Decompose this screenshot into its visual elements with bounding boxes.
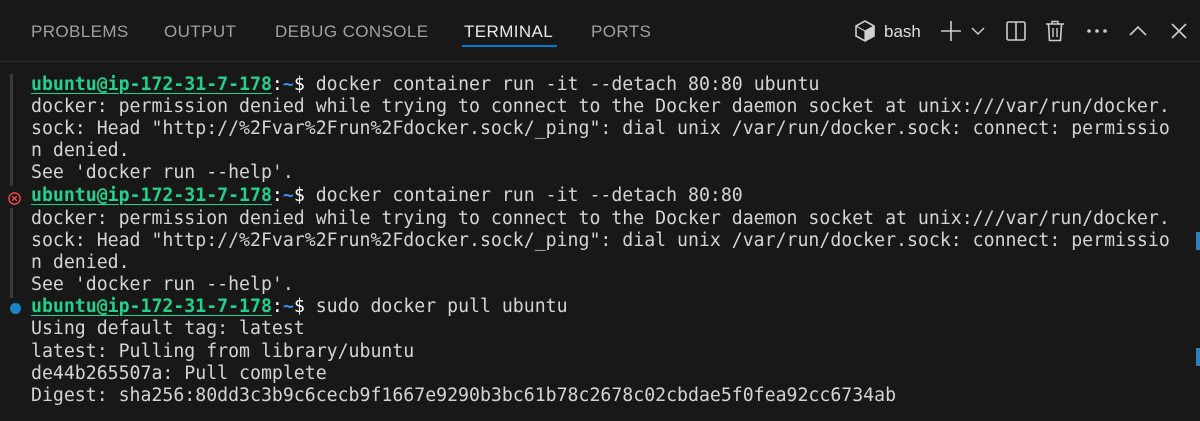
prompt-symbol: $ bbox=[293, 296, 305, 317]
panel-tab-bar: PROBLEMS OUTPUT DEBUG CONSOLE TERMINAL P… bbox=[0, 0, 1200, 62]
prompt-symbol: $ bbox=[293, 185, 305, 206]
prompt-user-host: ubuntu@ip-172-31-7-178 bbox=[31, 296, 272, 317]
terminal-command: sudo docker pull ubuntu bbox=[304, 296, 568, 317]
command-error-decoration-icon[interactable] bbox=[8, 192, 21, 205]
prompt-separator: : bbox=[271, 185, 283, 206]
scrollbar-marker bbox=[1196, 232, 1200, 250]
tab-problems[interactable]: PROBLEMS bbox=[31, 20, 129, 44]
terminal-panel: PROBLEMS OUTPUT DEBUG CONSOLE TERMINAL P… bbox=[0, 0, 1200, 421]
terminal-output-line: See 'docker run --help'. bbox=[31, 274, 294, 295]
terminal-command: docker container run -it --detach 80:80 bbox=[304, 185, 743, 206]
command-running-decoration-icon[interactable] bbox=[10, 303, 21, 314]
tab-debug-console[interactable]: DEBUG CONSOLE bbox=[275, 20, 429, 44]
prompt-path: ~ bbox=[282, 74, 294, 95]
tab-ports[interactable]: PORTS bbox=[591, 20, 651, 44]
terminal-output-line: latest: Pulling from library/ubuntu bbox=[31, 341, 415, 362]
terminal-output-line: Digest: sha256:80dd3c3b9c6cecb9f1667e929… bbox=[31, 385, 897, 406]
prompt-path: ~ bbox=[282, 185, 294, 206]
terminal-output-line: docker: permission denied while trying t… bbox=[31, 96, 1170, 117]
close-icon[interactable] bbox=[1168, 17, 1190, 45]
terminal-shell-label[interactable]: bash bbox=[884, 20, 921, 44]
command-gutter-bar bbox=[10, 74, 13, 186]
terminal-output-line: n denied. bbox=[31, 252, 130, 273]
terminal-line: ubuntu@ip-172-31-7-178:~$ docker contain… bbox=[31, 185, 743, 207]
terminal-command: docker container run -it --detach 80:80 … bbox=[304, 74, 820, 95]
tab-output[interactable]: OUTPUT bbox=[164, 20, 236, 44]
terminal-output-line: de44b265507a: Pull complete bbox=[31, 363, 327, 384]
prompt-user-host: ubuntu@ip-172-31-7-178 bbox=[31, 185, 272, 206]
prompt-separator: : bbox=[271, 74, 283, 95]
terminal-output-line: Using default tag: latest bbox=[31, 318, 305, 339]
more-actions-icon[interactable] bbox=[1085, 17, 1109, 45]
terminal-profile-icon[interactable] bbox=[852, 17, 878, 45]
terminal-output-line: sock: Head "http://%2Fvar%2Frun%2Fdocker… bbox=[31, 230, 1170, 251]
scrollbar-marker bbox=[1196, 348, 1200, 366]
trash-icon[interactable] bbox=[1043, 17, 1067, 45]
maximize-chevron-up-icon[interactable] bbox=[1127, 17, 1149, 45]
prompt-path: ~ bbox=[282, 296, 294, 317]
split-terminal-icon[interactable] bbox=[1004, 17, 1028, 45]
terminal-output-area[interactable]: ubuntu@ip-172-31-7-178:~$ docker contain… bbox=[0, 62, 1200, 421]
terminal-output-line: n denied. bbox=[31, 140, 130, 161]
new-terminal-plus-icon[interactable] bbox=[939, 17, 963, 45]
chevron-down-icon[interactable] bbox=[969, 17, 987, 45]
terminal-output-line: See 'docker run --help'. bbox=[31, 162, 294, 183]
command-gutter-bar bbox=[10, 208, 13, 298]
prompt-separator: : bbox=[271, 296, 283, 317]
prompt-symbol: $ bbox=[293, 74, 305, 95]
terminal-line: ubuntu@ip-172-31-7-178:~$ docker contain… bbox=[31, 74, 819, 96]
terminal-output-line: docker: permission denied while trying t… bbox=[31, 208, 1170, 229]
active-tab-indicator bbox=[462, 45, 557, 47]
terminal-scrollbar[interactable] bbox=[1194, 62, 1200, 421]
terminal-line: ubuntu@ip-172-31-7-178:~$ sudo docker pu… bbox=[31, 296, 568, 318]
prompt-user-host: ubuntu@ip-172-31-7-178 bbox=[31, 74, 272, 95]
tab-terminal[interactable]: TERMINAL bbox=[464, 20, 553, 44]
terminal-output-line: sock: Head "http://%2Fvar%2Frun%2Fdocker… bbox=[31, 118, 1170, 139]
